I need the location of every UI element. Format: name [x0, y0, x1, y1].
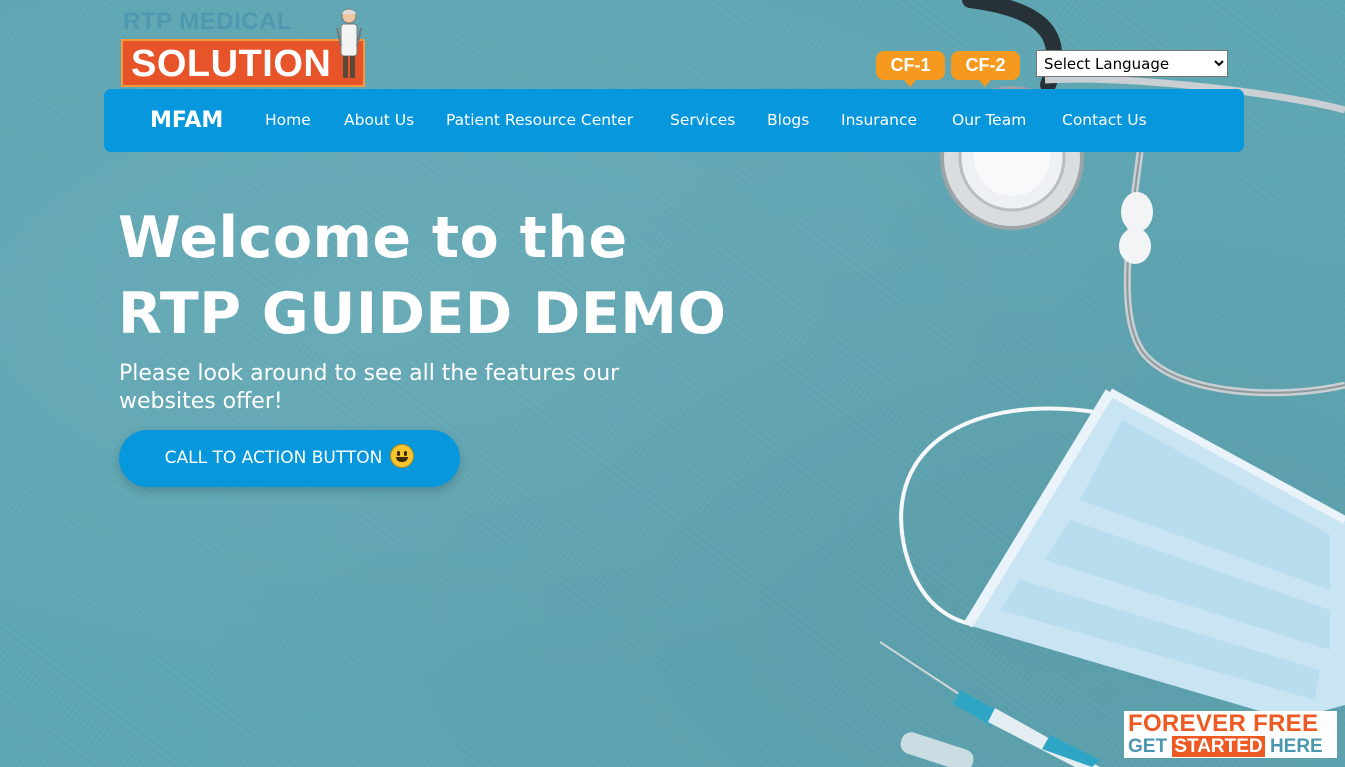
hero-title-line2: RTP GUIDED DEMO	[118, 281, 727, 347]
hero-title: Welcome to the RTP GUIDED DEMO	[118, 200, 726, 352]
nav-brand[interactable]: MFAM	[150, 89, 223, 152]
face-mask	[963, 388, 1345, 720]
here-text: HERE	[1269, 736, 1323, 757]
started-text: STARTED	[1172, 736, 1265, 757]
cta-label: CALL TO ACTION BUTTON	[164, 448, 383, 468]
nav-item-home[interactable]: Home	[265, 89, 311, 152]
language-select[interactable]: Select Language	[1036, 50, 1228, 77]
cf2-badge[interactable]: CF-2	[951, 51, 1020, 87]
logo-main-text: SOLUTION	[131, 43, 332, 85]
hero-title-line1: Welcome to the	[118, 205, 628, 271]
forever-free-text: FOREVER FREE	[1128, 710, 1319, 737]
nav-item-patient-resource-center[interactable]: Patient Resource Center	[446, 89, 633, 152]
logo-banner: SOLUTION	[121, 39, 365, 87]
nav-item-our-team[interactable]: Our Team	[952, 89, 1026, 152]
glass-vial	[900, 732, 974, 767]
nav-item-services[interactable]: Services	[670, 89, 735, 152]
cf1-badge[interactable]: CF-1	[876, 51, 945, 87]
nav-item-blogs[interactable]: Blogs	[767, 89, 809, 152]
site-logo[interactable]: RTP MEDICAL SOLUTION	[121, 6, 369, 87]
hero-subtitle: Please look around to see all the featur…	[119, 361, 620, 414]
main-navbar: MFAM Home About Us Patient Resource Cent…	[104, 89, 1244, 152]
doctor-figure-icon	[336, 8, 362, 78]
nav-item-insurance[interactable]: Insurance	[841, 89, 917, 152]
grinning-face-icon	[390, 444, 415, 468]
nav-item-about-us[interactable]: About Us	[344, 89, 414, 152]
nav-item-contact-us[interactable]: Contact Us	[1062, 89, 1147, 152]
call-to-action-button[interactable]: CALL TO ACTION BUTTON	[119, 430, 460, 487]
get-text: GET	[1128, 736, 1168, 757]
get-started-text: GET STARTED HERE	[1128, 736, 1323, 758]
forever-free-badge[interactable]: FOREVER FREE GET STARTED HERE	[1124, 711, 1337, 758]
logo-top-text: RTP MEDICAL	[123, 8, 293, 35]
